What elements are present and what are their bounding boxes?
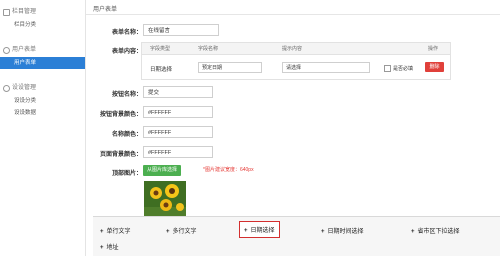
field-hint-input[interactable]: 请选择 — [282, 62, 370, 73]
button-name-input[interactable]: 提交 — [143, 86, 213, 98]
sunflower-image — [144, 181, 186, 221]
choose-from-library-button[interactable]: 从图片库选择 — [143, 165, 181, 176]
sidebar-group-title[interactable]: 用户表单 — [0, 44, 85, 57]
form-content-label: 表单内容： — [111, 49, 142, 55]
plus-icon: + — [321, 229, 325, 235]
required-checkbox[interactable] — [384, 65, 391, 72]
name-color-label: 名称颜色： — [111, 132, 142, 138]
sidebar-group-title[interactable]: 栏目管理 — [0, 6, 85, 19]
breadcrumb: 用户表单 — [93, 7, 118, 13]
sidebar: 栏目管理 栏目分类 用户表单 用户表单 设设管理 设设分类 设设数据 — [0, 0, 86, 256]
sidebar-item-user-form[interactable]: 用户表单 — [0, 57, 85, 69]
sidebar-group-user-form: 用户表单 用户表单 — [0, 44, 85, 69]
option-single-line-text[interactable]: + 单行文字 — [100, 226, 131, 235]
image-width-hint: *图片建议宽度：640px — [203, 167, 254, 173]
column-header: 提示内容 — [282, 46, 303, 52]
main-content: 用户表单 表单名称： 在线留言 表单内容： 字段类型 字段名称 提示内容 操作 … — [86, 0, 500, 256]
column-header: 字段类型 — [150, 46, 171, 52]
sidebar-item-settings-data[interactable]: 设设数据 — [0, 107, 85, 119]
option-multi-line-text[interactable]: + 多行文字 — [166, 226, 197, 235]
sidebar-group-settings: 设设管理 设设分类 设设数据 — [0, 82, 85, 119]
folder-icon — [3, 9, 10, 16]
delete-button[interactable]: 删除 — [425, 62, 444, 72]
top-image-label: 顶部图片： — [111, 171, 142, 177]
divider — [86, 14, 500, 15]
column-header: 操作 — [428, 46, 439, 52]
option-date-select[interactable]: + 日期选择 — [239, 221, 280, 238]
button-bg-color-label: 按钮背景颜色： — [99, 112, 142, 118]
field-name-input[interactable]: 预定日期 — [198, 62, 262, 73]
form-name-label: 表单名称： — [111, 30, 142, 36]
user-icon — [3, 47, 10, 54]
plus-icon: + — [100, 229, 104, 235]
plus-icon: + — [100, 245, 104, 251]
option-address[interactable]: + 地址 — [100, 242, 119, 251]
plus-icon: + — [166, 229, 170, 235]
sidebar-group-title[interactable]: 设设管理 — [0, 82, 85, 95]
required-label: 是否必填 — [393, 66, 414, 72]
form-name-input[interactable]: 在线留言 — [143, 24, 219, 36]
option-datetime-select[interactable]: + 日期时间选择 — [321, 226, 364, 235]
sidebar-group-column: 栏目管理 栏目分类 — [0, 6, 85, 31]
field-type-value: 日期选择 — [150, 67, 173, 73]
sidebar-item-settings-category[interactable]: 设设分类 — [0, 95, 85, 107]
form-fields-table: 字段类型 字段名称 提示内容 操作 日期选择 预定日期 请选择 是否必填 — [141, 42, 451, 80]
field-type-picker: + 单行文字 + 多行文字 + 日期选择 + 日期时间选择 + 省市区下拉选择 + 地址 — [93, 216, 500, 256]
plus-icon: + — [411, 229, 415, 235]
button-bg-color-input[interactable]: #FFFFFF — [143, 106, 213, 118]
page-bg-color-input[interactable]: #FFFFFF — [143, 146, 213, 158]
table-header: 字段类型 字段名称 提示内容 操作 — [142, 43, 450, 55]
option-region-dropdown[interactable]: + 省市区下拉选择 — [411, 226, 460, 235]
name-color-input[interactable]: #FFFFFF — [143, 126, 213, 138]
page-bg-color-label: 页面背景颜色： — [99, 152, 142, 158]
button-name-label: 按钮名称： — [111, 92, 142, 98]
gear-icon — [3, 85, 10, 92]
sidebar-item-column-category[interactable]: 栏目分类 — [0, 19, 85, 31]
plus-icon: + — [244, 228, 248, 234]
column-header: 字段名称 — [198, 46, 219, 52]
